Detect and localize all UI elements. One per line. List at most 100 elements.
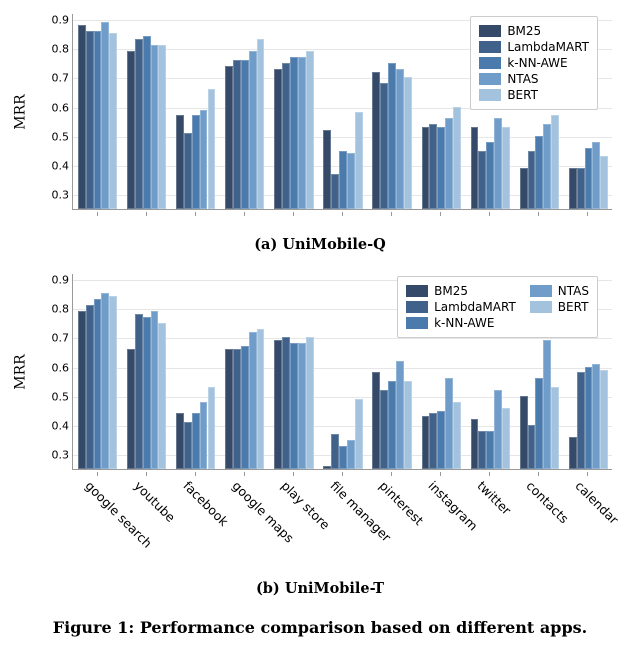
xtick-label: facebook: [180, 478, 231, 529]
xtick: [342, 472, 343, 476]
xtick: [440, 472, 441, 476]
ytick-label: 0.6: [52, 361, 70, 374]
bar: [471, 127, 479, 209]
ytick-label: 0.5: [52, 130, 70, 143]
bar: [78, 311, 86, 469]
ylabel-a: MRR: [10, 14, 32, 210]
legend-swatch: [479, 57, 501, 69]
bar: [577, 372, 585, 469]
bar: [323, 466, 331, 469]
bar: [569, 168, 577, 209]
bar: [282, 337, 290, 469]
bar: [208, 89, 216, 209]
bar: [355, 112, 363, 209]
bar: [78, 25, 86, 209]
legend-entry: LambdaMART: [406, 299, 516, 315]
bar: [109, 33, 117, 209]
bar: [86, 31, 94, 209]
bar: [445, 378, 453, 469]
bar: [535, 136, 543, 209]
bar: [453, 107, 461, 209]
bar: [355, 399, 363, 469]
bar: [192, 413, 200, 469]
bar: [86, 305, 94, 469]
xtick: [293, 212, 294, 216]
bar: [569, 437, 577, 469]
ylabel-a-text: MRR: [13, 94, 29, 129]
xtick: [146, 472, 147, 476]
ylabel-b-text: MRR: [13, 354, 29, 389]
xticks-a: [72, 212, 612, 224]
xtick-label: calendar: [573, 478, 622, 527]
bar: [528, 425, 536, 469]
legend-col: NTASBERT: [530, 283, 589, 331]
legend-label: LambdaMART: [434, 299, 516, 315]
xtick: [293, 472, 294, 476]
bar: [298, 57, 306, 209]
plot-area-a: BM25LambdaMARTk-NN-AWENTASBERT 0.30.40.5…: [72, 14, 612, 210]
bar: [127, 51, 135, 209]
legend-entry: BM25: [479, 23, 589, 39]
bar: [306, 337, 314, 469]
xtick-label: pinterest: [376, 478, 426, 528]
ytick-label: 0.7: [52, 72, 70, 85]
legend-entry: NTAS: [530, 283, 589, 299]
bar: [478, 431, 486, 469]
legend-swatch: [479, 73, 501, 85]
bar: [101, 22, 109, 209]
bar: [94, 31, 102, 209]
xtick-label: twitter: [475, 478, 515, 518]
bar: [331, 434, 339, 469]
bar: [200, 402, 208, 469]
figure-caption: Figure 1: Performance comparison based o…: [0, 618, 640, 637]
bar: [502, 408, 510, 469]
xtick: [244, 472, 245, 476]
bar: [388, 63, 396, 209]
bar: [388, 381, 396, 469]
xtick-label: contacts: [524, 478, 572, 526]
bar: [200, 110, 208, 209]
figure-container: MRR BM25LambdaMARTk-NN-AWENTASBERT 0.30.…: [0, 0, 640, 648]
ytick-label: 0.3: [52, 449, 70, 462]
legend-swatch: [479, 25, 501, 37]
xticks-b: google searchyoutubefacebookgoogle mapsp…: [72, 472, 612, 592]
legend-label: k-NN-AWE: [507, 55, 567, 71]
bar: [158, 323, 166, 469]
bar: [380, 83, 388, 209]
legend-label: BERT: [558, 299, 589, 315]
bar: [486, 431, 494, 469]
xtick: [146, 212, 147, 216]
legend-entry: k-NN-AWE: [479, 55, 589, 71]
bar: [274, 340, 282, 469]
legend-entry: BERT: [479, 87, 589, 103]
xtick: [244, 212, 245, 216]
legend-b: BM25LambdaMARTk-NN-AWENTASBERT: [397, 276, 598, 338]
bar: [577, 168, 585, 209]
ytick-label: 0.7: [52, 332, 70, 345]
bar: [241, 60, 249, 209]
xtick: [489, 212, 490, 216]
xtick: [538, 212, 539, 216]
bar: [257, 329, 265, 469]
bar: [404, 381, 412, 469]
legend-label: NTAS: [558, 283, 589, 299]
xtick: [97, 212, 98, 216]
bar: [422, 416, 430, 469]
bar: [520, 396, 528, 469]
xtick-label: youtube: [131, 478, 178, 525]
bar: [135, 314, 143, 469]
bar: [543, 340, 551, 469]
xtick: [538, 472, 539, 476]
bar: [339, 151, 347, 210]
xtick: [587, 472, 588, 476]
bar: [380, 390, 388, 469]
bar: [486, 142, 494, 209]
bar: [543, 124, 551, 209]
bar: [249, 332, 257, 469]
bar: [233, 60, 241, 209]
legend-entry: LambdaMART: [479, 39, 589, 55]
legend-swatch: [406, 285, 428, 297]
legend-label: k-NN-AWE: [434, 315, 494, 331]
xtick: [489, 472, 490, 476]
bar: [257, 39, 265, 209]
